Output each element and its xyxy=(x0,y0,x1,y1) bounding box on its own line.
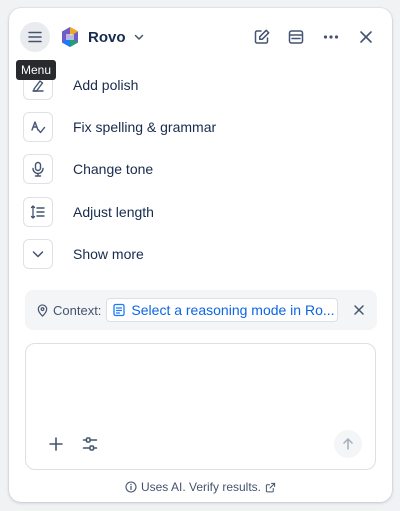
action-label: Adjust length xyxy=(73,204,154,220)
context-chip[interactable]: Select a reasoning mode in Ro... xyxy=(106,298,339,322)
add-attachment-button[interactable] xyxy=(42,430,70,458)
agent-name: Rovo xyxy=(88,28,126,46)
plus-icon xyxy=(49,437,63,451)
menu-button[interactable] xyxy=(20,22,50,52)
action-adjust-length[interactable]: Adjust length xyxy=(23,195,323,229)
context-label: Context: xyxy=(53,302,102,318)
close-icon xyxy=(354,305,364,315)
chevron-down-icon xyxy=(132,30,146,44)
location-pin-icon xyxy=(36,303,49,317)
ai-disclaimer: Uses AI. Verify results. xyxy=(9,478,392,496)
rovo-logo-icon xyxy=(62,27,78,47)
context-bar: Context: Select a reasoning mode in Ro..… xyxy=(25,290,377,330)
action-label: Change tone xyxy=(73,161,154,177)
panel-view-button[interactable] xyxy=(281,22,311,52)
action-label: Add polish xyxy=(73,77,139,93)
rovo-chat-panel: Rovo Menu Add polish Fix spelling & gram… xyxy=(9,8,392,502)
action-label: Fix spelling & grammar xyxy=(73,119,217,135)
info-icon xyxy=(125,481,137,493)
more-options-button[interactable] xyxy=(316,22,346,52)
context-chip-text: Select a reasoning mode in Ro... xyxy=(131,302,335,318)
panel-header: Rovo xyxy=(9,8,392,66)
disclaimer-text: Uses AI. Verify results. xyxy=(140,480,262,494)
page-icon xyxy=(112,303,126,317)
action-show-more[interactable]: Show more xyxy=(23,237,323,271)
chat-input[interactable] xyxy=(38,354,367,428)
spelling-icon xyxy=(31,121,46,134)
new-chat-button[interactable] xyxy=(247,22,277,52)
chat-composer xyxy=(25,343,376,470)
action-fix-spelling[interactable]: Fix spelling & grammar xyxy=(23,110,323,144)
adjust-length-icon-frame xyxy=(23,197,53,227)
chevron-down-icon xyxy=(32,251,44,258)
action-change-tone[interactable]: Change tone xyxy=(23,152,323,186)
more-icon xyxy=(323,35,339,39)
spelling-icon-frame xyxy=(23,112,53,142)
settings-tune-button[interactable] xyxy=(76,430,104,458)
action-label: Show more xyxy=(73,246,144,262)
menu-tooltip: Menu xyxy=(16,60,57,80)
remove-context-button[interactable] xyxy=(349,300,369,320)
menu-icon xyxy=(28,31,42,43)
show-more-icon-frame xyxy=(23,239,53,269)
external-link-icon[interactable] xyxy=(265,482,276,493)
adjust-length-icon xyxy=(30,205,45,219)
sidebar-panel-icon xyxy=(288,30,304,44)
agent-switcher[interactable]: Rovo xyxy=(60,25,146,49)
close-panel-button[interactable] xyxy=(351,22,381,52)
microphone-icon xyxy=(32,161,44,177)
microphone-icon-frame xyxy=(23,154,53,184)
close-icon xyxy=(360,31,372,43)
arrow-up-icon xyxy=(343,438,353,450)
send-button[interactable] xyxy=(334,430,362,458)
edit-icon xyxy=(254,29,270,44)
sliders-icon xyxy=(82,437,98,451)
action-add-polish[interactable]: Add polish xyxy=(23,68,323,102)
